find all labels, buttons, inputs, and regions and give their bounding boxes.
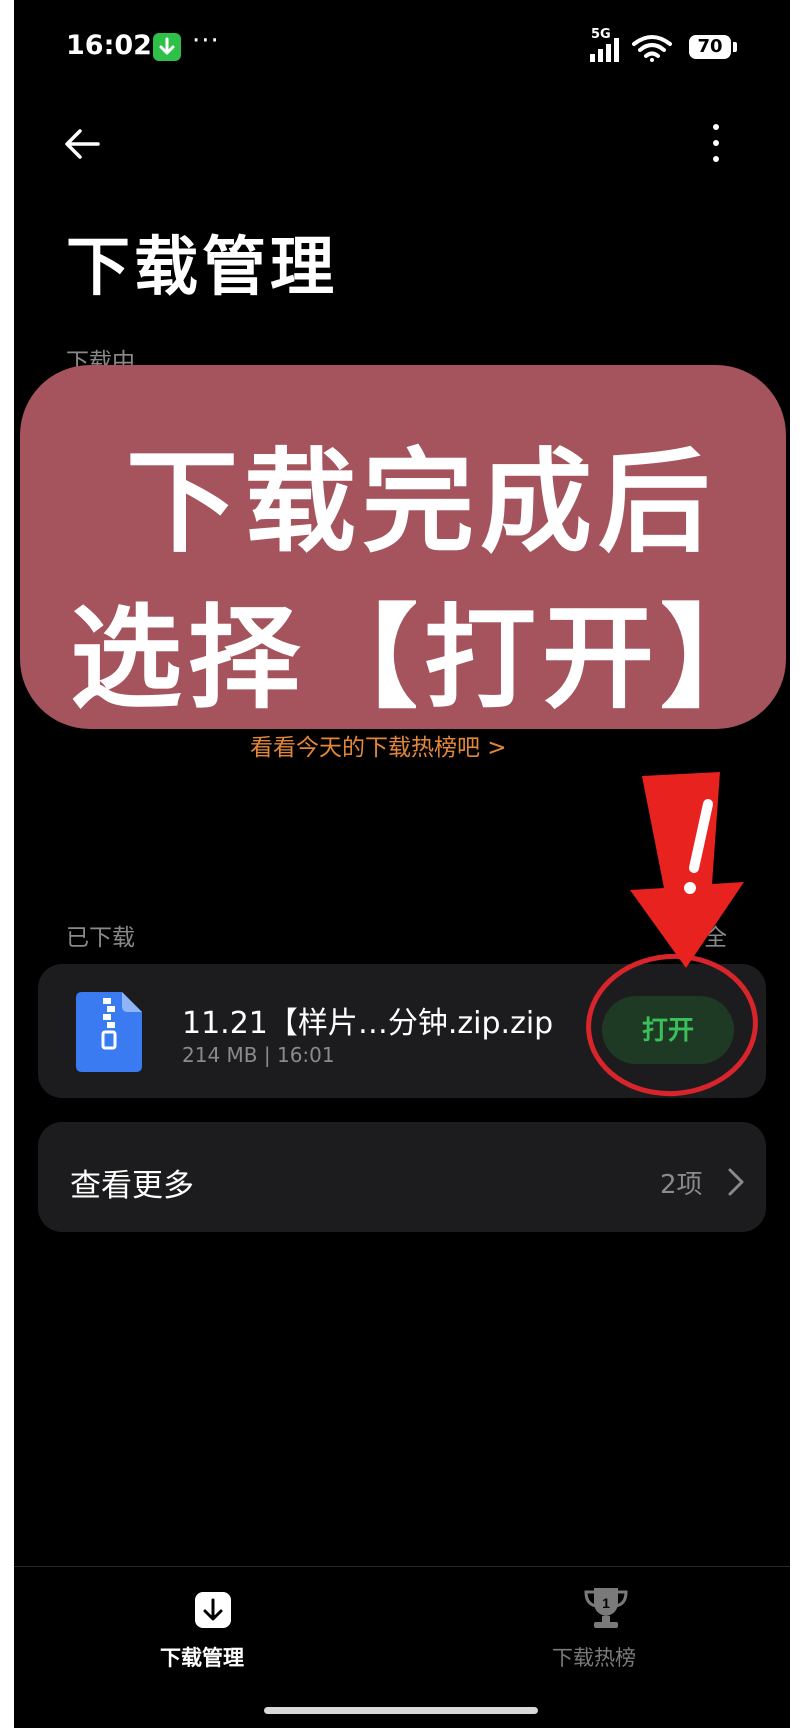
chevron-right-icon	[728, 1168, 744, 1196]
annotation-line-2: 选择【打开】	[70, 594, 778, 724]
hot-list-link[interactable]: 看看今天的下载热榜吧 >	[250, 728, 507, 762]
zip-file-icon	[76, 992, 142, 1076]
battery-icon	[733, 42, 737, 52]
back-button[interactable]	[62, 124, 102, 168]
meta-separator: |	[263, 1043, 277, 1067]
more-notifications-icon: ···	[192, 26, 220, 56]
file-meta: 214 MB | 16:01	[182, 1043, 335, 1067]
status-time: 16:02	[66, 30, 152, 61]
annotation-arrow-icon	[630, 772, 744, 968]
home-indicator[interactable]	[264, 1707, 538, 1714]
more-vertical-icon	[713, 124, 719, 130]
downloaded-section-label: 已下载	[66, 925, 135, 951]
tab-download-manager-label: 下载管理	[160, 1646, 244, 1670]
more-options-button[interactable]	[711, 124, 721, 172]
file-size: 214 MB	[182, 1043, 258, 1067]
bottom-nav-divider	[14, 1566, 790, 1567]
phone-screen: 16:02 ··· 5G 70 下载管理 下载中 下载完成后 选择【打开】 看看…	[14, 0, 790, 1728]
svg-text:1: 1	[602, 1595, 610, 1611]
tab-download-ranking[interactable]: 1 下载热榜	[546, 1582, 666, 1682]
signal-icon	[590, 38, 619, 62]
page-title: 下载管理	[66, 231, 338, 305]
tab-download-manager[interactable]: 下载管理	[154, 1582, 274, 1682]
file-name: 11.21【样片…分钟.zip.zip	[182, 1006, 554, 1041]
file-time: 16:01	[276, 1043, 335, 1067]
trophy-icon: 1	[584, 1588, 628, 1628]
download-notification-icon	[153, 33, 181, 61]
annotation-line-1: 下载完成后	[126, 438, 716, 568]
download-icon	[195, 1592, 231, 1628]
back-arrow-icon	[65, 129, 100, 159]
battery-indicator: 70	[689, 35, 731, 59]
see-more-label: 查看更多	[70, 1168, 194, 1204]
see-more-count: 2项	[660, 1170, 703, 1200]
wifi-icon	[632, 35, 672, 62]
tab-download-ranking-label: 下载热榜	[552, 1646, 636, 1670]
